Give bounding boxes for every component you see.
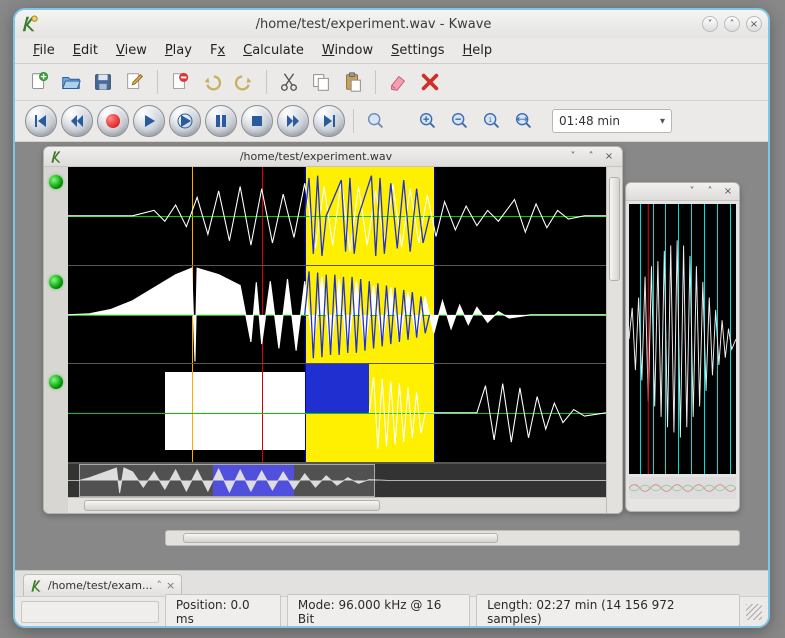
file-toolbar xyxy=(15,64,768,101)
document-window: /home/test/experiment.wav ˅ ˄ × xyxy=(43,146,623,514)
resize-grip[interactable] xyxy=(746,604,762,620)
skip-start-button[interactable] xyxy=(25,105,57,137)
scope-min-button[interactable]: ˅ xyxy=(685,185,699,199)
close-file-button[interactable] xyxy=(166,68,194,96)
track-2-waveform[interactable] xyxy=(68,266,606,365)
menu-calculate[interactable]: Calculate xyxy=(235,40,312,61)
svg-text:1: 1 xyxy=(488,116,492,124)
zoom-fit-button[interactable] xyxy=(362,107,390,135)
status-length: Length: 02:27 min (14 156 972 samples) xyxy=(476,594,740,629)
time-zoom-selector[interactable]: 01:48 min ▾ xyxy=(552,109,672,133)
menu-settings[interactable]: Settings xyxy=(383,40,452,61)
loop-play-button[interactable] xyxy=(169,105,201,137)
doc-close-button[interactable]: × xyxy=(602,150,616,164)
track-led-column xyxy=(44,167,68,513)
tab-label: /home/test/exam... xyxy=(48,579,152,592)
menu-view[interactable]: View xyxy=(108,40,155,61)
scope-close-button[interactable]: × xyxy=(721,185,735,199)
doc-max-button[interactable]: ˄ xyxy=(584,150,598,164)
pause-button[interactable] xyxy=(205,105,237,137)
rewind-button[interactable] xyxy=(61,105,93,137)
minimize-button[interactable]: ˅ xyxy=(702,16,718,32)
zoom-100-button[interactable]: 1 xyxy=(478,107,506,135)
document-header: /home/test/experiment.wav ˅ ˄ × xyxy=(44,147,622,167)
document-tab[interactable]: /home/test/exam... ˄ × xyxy=(23,574,182,596)
chevron-down-icon: ▾ xyxy=(660,116,665,127)
menu-fx[interactable]: Fx xyxy=(202,40,233,61)
redo-button[interactable] xyxy=(230,68,258,96)
save-file-button[interactable] xyxy=(89,68,117,96)
maximize-button[interactable]: ˄ xyxy=(724,16,740,32)
track-1-waveform[interactable] xyxy=(68,167,606,266)
close-button[interactable]: × xyxy=(746,16,762,32)
stop-button[interactable] xyxy=(241,105,273,137)
time-zoom-value: 01:48 min xyxy=(559,114,620,128)
doc-icon xyxy=(50,150,64,164)
forward-button[interactable] xyxy=(277,105,309,137)
app-icon xyxy=(21,15,39,33)
scope-panel: ˅ ˄ × xyxy=(625,182,740,512)
record-button[interactable] xyxy=(97,105,129,137)
waveform-area[interactable] xyxy=(68,167,606,513)
menu-edit[interactable]: Edit xyxy=(65,40,106,61)
status-position: Position: 0.0 ms xyxy=(165,594,281,629)
edit-file-button[interactable] xyxy=(121,68,149,96)
zoom-all-button[interactable] xyxy=(510,107,538,135)
track-2-led[interactable] xyxy=(49,275,63,289)
copy-button[interactable] xyxy=(307,68,335,96)
new-file-button[interactable] xyxy=(25,68,53,96)
doc-min-button[interactable]: ˅ xyxy=(566,150,580,164)
horizontal-scrollbar[interactable] xyxy=(68,497,606,513)
menubar: Filedocument.currentScript.previousSibli… xyxy=(15,38,768,64)
delete-button[interactable] xyxy=(416,68,444,96)
document-title: /home/test/experiment.wav xyxy=(70,150,562,163)
scope-overview xyxy=(629,477,736,499)
paste-button[interactable] xyxy=(339,68,367,96)
tab-detach-button[interactable]: ˄ xyxy=(156,579,162,592)
overview-strip[interactable] xyxy=(68,463,606,497)
status-mode: Mode: 96.000 kHz @ 16 Bit xyxy=(287,594,470,629)
transport-toolbar: 1 01:48 min ▾ xyxy=(15,101,768,142)
open-file-button[interactable] xyxy=(57,68,85,96)
track-3-waveform[interactable] xyxy=(68,364,606,463)
menu-help[interactable]: Help xyxy=(454,40,500,61)
skip-end-button[interactable] xyxy=(313,105,345,137)
mdi-workspace: ˅ ˄ × xyxy=(15,142,768,572)
record-icon xyxy=(106,114,120,128)
menu-window[interactable]: Window xyxy=(314,40,381,61)
status-bar: Position: 0.0 ms Mode: 96.000 kHz @ 16 B… xyxy=(15,596,768,626)
tab-close-button[interactable]: × xyxy=(166,579,175,592)
scope-max-button[interactable]: ˄ xyxy=(703,185,717,199)
status-empty-cell xyxy=(21,601,159,623)
window-title: /home/test/experiment.wav - Kwave xyxy=(45,17,702,32)
oscilloscope-display xyxy=(629,204,736,474)
menu-file[interactable]: Filedocument.currentScript.previousSibli… xyxy=(25,40,63,61)
zoom-in-button[interactable] xyxy=(414,107,442,135)
zoom-out-button[interactable] xyxy=(446,107,474,135)
main-window: /home/test/experiment.wav - Kwave ˅ ˄ × … xyxy=(13,8,770,628)
vertical-scrollbar[interactable] xyxy=(606,167,622,513)
cut-button[interactable] xyxy=(275,68,303,96)
menu-play[interactable]: Play xyxy=(157,40,200,61)
track-1-led[interactable] xyxy=(49,175,63,189)
erase-button[interactable] xyxy=(384,68,412,96)
track-3-led[interactable] xyxy=(49,375,63,389)
tab-icon xyxy=(30,579,44,593)
titlebar: /home/test/experiment.wav - Kwave ˅ ˄ × xyxy=(15,10,768,38)
tab-bar: /home/test/exam... ˄ × xyxy=(15,570,768,596)
secondary-scrollbar[interactable] xyxy=(165,530,740,546)
undo-button[interactable] xyxy=(198,68,226,96)
play-button[interactable] xyxy=(133,105,165,137)
